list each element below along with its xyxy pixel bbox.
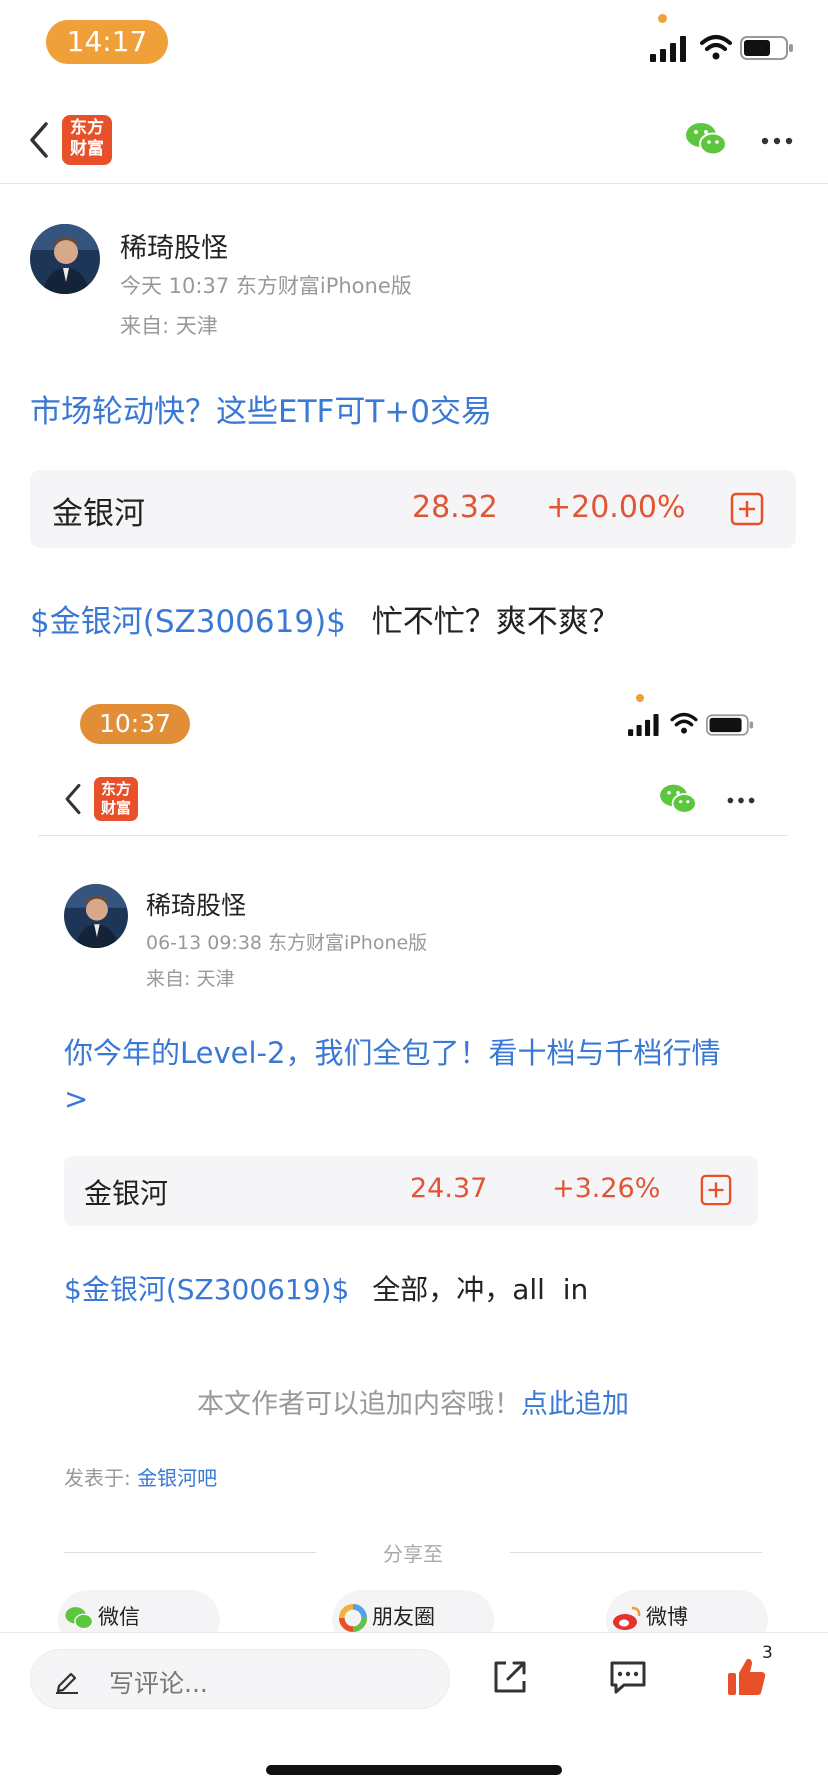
author-name[interactable]: 稀琦股怪 (120, 226, 228, 265)
embedded-screenshot-image[interactable]: 10:37 东方 财富 稀琦股怪 06-13 09:38 东方财富iPhone版… (30, 684, 796, 1650)
embedded-wechat-icon (660, 784, 697, 814)
comments-icon[interactable] (608, 1659, 648, 1695)
embedded-stock-change: +3.26% (552, 1173, 661, 1204)
embedded-posted-in: 发表于: 金银河吧 (64, 1462, 217, 1491)
embedded-author-name: 稀琦股怪 (146, 891, 247, 920)
embedded-back-arrow-icon (65, 783, 81, 815)
embedded-share-wechat-label: 微信 (98, 1605, 140, 1629)
wifi-icon (700, 35, 732, 60)
post-body: $金银河(SZ300619)$ 忙不忙？爽不爽？ (30, 596, 620, 641)
embedded-stock-tag: $金银河(SZ300619)$ (64, 1273, 350, 1306)
embedded-post-title: 你今年的Level-2，我们全包了！看十档与千档行情> (64, 1036, 721, 1116)
embedded-add-icon (700, 1174, 732, 1206)
comment-input[interactable]: 写评论... (30, 1649, 450, 1709)
stock-price: 28.32 (412, 490, 498, 525)
bottom-toolbar: 写评论... 3 (0, 1632, 828, 1792)
stock-name: 金银河 (52, 496, 145, 532)
embedded-append-text: 本文作者可以追加内容哦！ (197, 1389, 521, 1420)
embedded-stock-price: 24.37 (410, 1173, 488, 1204)
top-nav-bar: 东方 财富 (0, 100, 828, 184)
embedded-stock-name: 金银河 (84, 1177, 169, 1210)
embedded-post-location: 来自: 天津 (146, 968, 235, 990)
embedded-append-prompt: 本文作者可以追加内容哦！点此追加 (30, 1382, 796, 1421)
wechat-share-icon[interactable] (684, 120, 728, 158)
embedded-weibo-icon (613, 1606, 641, 1630)
embedded-app-logo: 东方 财富 (94, 777, 138, 821)
stock-change: +20.00% (546, 490, 686, 525)
pencil-icon (56, 1672, 78, 1694)
cellular-signal-icon (650, 36, 686, 62)
app-logo[interactable]: 东方 财富 (62, 115, 112, 165)
embedded-wifi-icon (670, 712, 698, 734)
stock-quote-card[interactable]: 金银河 28.32 +20.00% (30, 470, 796, 548)
privacy-indicator-dot (658, 14, 667, 23)
back-arrow-icon[interactable] (24, 120, 54, 160)
logo-line-2: 财富 (70, 139, 104, 159)
status-bar: 14:17 (0, 0, 828, 90)
embedded-logo-line-1: 东方 (100, 780, 131, 798)
share-icon[interactable] (490, 1657, 530, 1697)
battery-icon (740, 36, 793, 60)
author-avatar[interactable] (30, 224, 100, 294)
embedded-append-link: 点此追加 (521, 1389, 629, 1420)
embedded-moments-icon (339, 1604, 367, 1632)
embedded-nav-bar: 东方 财富 (38, 768, 788, 836)
embedded-share-weibo-label: 微博 (646, 1605, 688, 1629)
embedded-body-text: 全部，冲，all in (372, 1273, 589, 1306)
post-title-link[interactable]: 市场轮动快？这些ETF可T+0交易 (30, 386, 492, 431)
add-to-watchlist-icon[interactable] (730, 492, 764, 526)
embedded-posted-label: 发表于: (64, 1466, 138, 1490)
embedded-status-time: 10:37 (80, 704, 190, 744)
comment-placeholder: 写评论... (109, 1669, 208, 1698)
status-time: 14:17 (46, 20, 168, 64)
embedded-share-moments-label: 朋友圈 (372, 1605, 435, 1629)
embedded-wechat-small-icon (65, 1607, 94, 1630)
like-count: 3 (762, 1643, 773, 1663)
embedded-author-avatar (64, 884, 128, 948)
embedded-posted-link: 金银河吧 (137, 1466, 218, 1490)
embedded-post-body: $金银河(SZ300619)$ 全部，冲，all in (64, 1268, 588, 1308)
embedded-more-options-icon (727, 797, 755, 804)
embedded-share-divider-right (510, 1552, 762, 1553)
stock-tag-link[interactable]: $金银河(SZ300619)$ (30, 604, 346, 640)
post-location: 来自: 天津 (120, 314, 218, 338)
embedded-cellular-signal-icon (628, 714, 659, 736)
logo-line-1: 东方 (70, 118, 104, 138)
more-options-icon[interactable] (760, 136, 794, 146)
home-indicator[interactable] (266, 1765, 562, 1775)
post-meta: 今天 10:37 东方财富iPhone版 (120, 274, 412, 298)
post-body-text: 忙不忙？爽不爽？ (371, 604, 620, 640)
embedded-logo-line-2: 财富 (100, 799, 131, 817)
embedded-stock-quote-card: 金银河 24.37 +3.26% (64, 1156, 758, 1226)
embedded-privacy-dot (636, 694, 644, 702)
embedded-battery-icon (706, 714, 754, 736)
embedded-post-meta: 06-13 09:38 东方财富iPhone版 (146, 932, 428, 954)
